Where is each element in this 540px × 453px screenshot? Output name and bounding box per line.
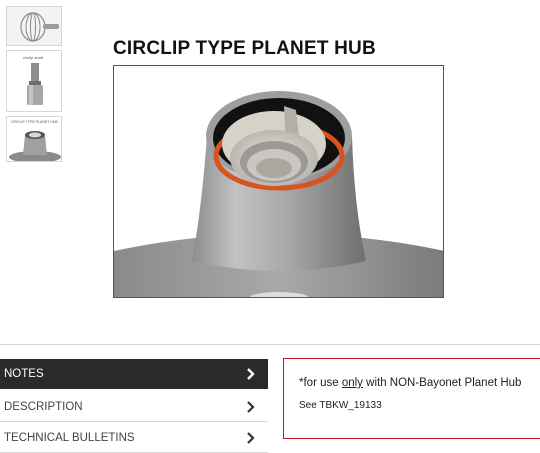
note-usage: *for use only with NON-Bayonet Planet Hu… — [299, 377, 521, 389]
section-divider — [0, 344, 540, 345]
tab-notes[interactable]: NOTES — [0, 359, 268, 389]
thumbnail-caption: CIRCLIP TYPE PLANET HUB — [11, 120, 58, 124]
note-prefix: *for use — [299, 377, 342, 389]
whisk-image — [7, 7, 61, 45]
note-reference: See TBKW_19133 — [299, 400, 382, 411]
tab-label: NOTES — [4, 368, 44, 380]
note-suffix: with NON-Bayonet Planet Hub — [362, 377, 522, 389]
notes-panel: *for use only with NON-Bayonet Planet Hu… — [283, 358, 540, 439]
circlip-shaft-image — [7, 51, 61, 111]
thumbnail-circlip-shaft[interactable]: circlip shaft — [6, 50, 62, 112]
tab-label: TECHNICAL BULLETINS — [4, 432, 135, 444]
thumbnail-planet-hub[interactable]: CIRCLIP TYPE PLANET HUB — [6, 116, 62, 162]
product-image — [113, 65, 444, 298]
chevron-right-icon — [247, 432, 255, 444]
tab-description[interactable]: DESCRIPTION — [0, 392, 268, 422]
chevron-right-icon — [247, 401, 255, 413]
note-emphasis: only — [341, 377, 363, 389]
thumbnail-caption: circlip shaft — [23, 55, 44, 60]
chevron-right-icon — [247, 368, 255, 380]
thumbnail-whisk[interactable] — [6, 6, 62, 46]
page-title: CIRCLIP TYPE PLANET HUB — [113, 38, 376, 59]
planet-hub-illustration — [114, 66, 443, 297]
tab-label: DESCRIPTION — [4, 401, 83, 413]
tab-technical-bulletins[interactable]: TECHNICAL BULLETINS — [0, 423, 268, 453]
